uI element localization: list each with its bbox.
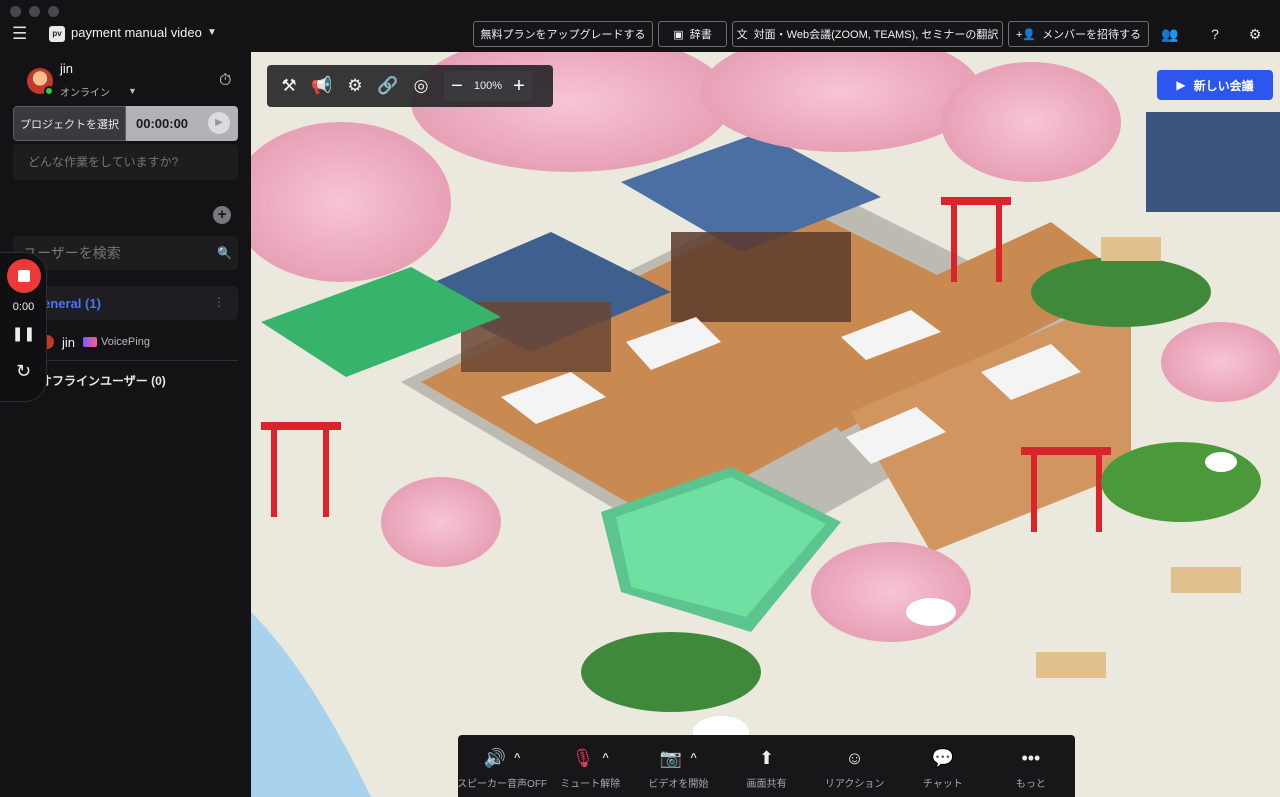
more-control[interactable]: ••• もっと bbox=[993, 745, 1069, 791]
online-status-dot bbox=[44, 86, 54, 96]
mute-control[interactable]: 🎙 ^ ミュート解除 bbox=[552, 745, 628, 791]
speaker-label: スピーカー音声OFF bbox=[457, 779, 548, 790]
microphone-off-icon[interactable]: 🎙 bbox=[572, 748, 595, 769]
timer-display: 00:00:00 ▶ bbox=[126, 106, 238, 141]
invite-label: メンバーを招待する bbox=[1042, 29, 1142, 41]
chevron-up-icon[interactable]: ^ bbox=[602, 752, 608, 764]
upgrade-label: 無料プランをアップグレードする bbox=[480, 29, 646, 41]
new-meeting-button[interactable]: ▶ 新しい会議 bbox=[1157, 70, 1273, 100]
chat-label: チャット bbox=[922, 779, 963, 790]
new-meeting-label: 新しい会議 bbox=[1193, 78, 1254, 93]
app-window: ☰ pv payment manual video ▼ 無料プランをアップグレー… bbox=[0, 0, 1280, 797]
project-timer: プロジェクトを選択 00:00:00 ▶ bbox=[13, 106, 238, 141]
reaction-label: リアクション bbox=[824, 779, 885, 790]
member-item[interactable]: jin VoicePing bbox=[40, 331, 240, 353]
upgrade-button[interactable]: 無料プランをアップグレードする bbox=[473, 21, 653, 47]
maximize-window-button[interactable] bbox=[48, 6, 59, 17]
members-icon[interactable]: 👥 bbox=[1161, 25, 1179, 43]
minimize-window-button[interactable] bbox=[29, 6, 40, 17]
call-controls: 🔊 ^ スピーカー音声OFF 🎙 ^ ミュート解除 📷 ^ ビデオを開始 ⬆ 画… bbox=[457, 735, 1075, 797]
video-off-icon[interactable]: 📷 bbox=[660, 748, 682, 769]
more-vertical-icon[interactable]: ⋮ bbox=[213, 295, 225, 309]
search-icon[interactable]: 🔍 bbox=[217, 246, 232, 260]
virtual-office-map[interactable]: ⚒ 📢 ⚙ 🔗 ◎ − 100% + ▶ 新しい会議 bbox=[251, 52, 1280, 797]
project-icon: pv bbox=[49, 26, 65, 42]
member-app: VoicePing bbox=[83, 336, 150, 348]
book-icon: ▣ bbox=[673, 28, 684, 41]
translate-button[interactable]: 文 対面・Web会議(ZOOM, TEAMS), セミナーの翻訳 bbox=[732, 21, 1003, 47]
add-user-icon: +👤 bbox=[1015, 28, 1037, 41]
help-icon[interactable]: ? bbox=[1206, 25, 1224, 43]
screen-recorder: 0:00 ❚❚ ↻ bbox=[0, 252, 47, 402]
screen-share-control[interactable]: ⬆ 画面共有 bbox=[728, 745, 804, 791]
share-label: 画面共有 bbox=[746, 779, 787, 790]
chevron-up-icon[interactable]: ^ bbox=[514, 752, 520, 764]
speaker-icon[interactable]: 🔊 bbox=[484, 748, 506, 769]
zoom-out-button[interactable]: − bbox=[444, 71, 470, 101]
megaphone-icon[interactable]: 📢 bbox=[310, 74, 334, 98]
project-name[interactable]: payment manual video bbox=[71, 25, 202, 40]
status-chevron-icon[interactable]: ▼ bbox=[128, 86, 137, 96]
task-input[interactable] bbox=[13, 144, 238, 180]
chat-icon[interactable]: 💬 bbox=[932, 748, 954, 769]
chevron-up-icon[interactable]: ^ bbox=[690, 752, 696, 764]
more-icon[interactable]: ••• bbox=[1021, 748, 1040, 769]
member-name: jin bbox=[62, 334, 76, 350]
close-window-button[interactable] bbox=[10, 6, 21, 17]
voiceping-icon bbox=[83, 337, 98, 347]
hammer-icon[interactable]: ⚒ bbox=[277, 74, 301, 98]
project-select-button[interactable]: プロジェクトを選択 bbox=[13, 106, 126, 141]
sidebar-toggle-icon[interactable]: ☰ bbox=[12, 24, 32, 44]
gear-icon[interactable]: ⚙ bbox=[343, 74, 367, 98]
user-name: jin bbox=[60, 61, 74, 76]
sidebar: jin オンライン ▼ ⏱ プロジェクトを選択 00:00:00 ▶ + 🔍 G… bbox=[0, 52, 251, 797]
video-label: ビデオを開始 bbox=[648, 779, 709, 790]
translate-icon: 文 bbox=[736, 29, 748, 41]
map-toolbar: ⚒ 📢 ⚙ 🔗 ◎ − 100% + bbox=[267, 65, 553, 107]
invite-member-button[interactable]: +👤 メンバーを招待する bbox=[1008, 21, 1149, 47]
zoom-in-button[interactable]: + bbox=[506, 71, 532, 101]
video-control[interactable]: 📷 ^ ビデオを開始 bbox=[640, 745, 716, 791]
offline-users-header[interactable]: オフラインユーザー (0) bbox=[40, 372, 166, 389]
add-channel-icon[interactable]: + bbox=[213, 206, 231, 224]
timer-value: 00:00:00 bbox=[136, 116, 189, 131]
emoji-icon[interactable]: ☺ bbox=[845, 748, 863, 769]
more-label: もっと bbox=[1015, 779, 1046, 790]
top-bar: ☰ pv payment manual video ▼ 無料プランをアップグレー… bbox=[0, 0, 1280, 52]
link-icon[interactable]: 🔗 bbox=[376, 74, 400, 98]
window-controls bbox=[10, 6, 59, 17]
pause-icon[interactable]: ❚❚ bbox=[0, 325, 47, 342]
translate-label: 対面・Web会議(ZOOM, TEAMS), セミナーの翻訳 bbox=[753, 29, 999, 41]
office-scene-illustration bbox=[251, 52, 1280, 797]
record-time: 0:00 bbox=[12, 301, 35, 313]
gear-icon[interactable]: ⚙ bbox=[1246, 25, 1264, 43]
stopwatch-icon[interactable]: ⏱ bbox=[219, 72, 231, 90]
dictionary-label: 辞書 bbox=[689, 29, 712, 41]
screen-share-icon[interactable]: ⬆ bbox=[759, 748, 774, 769]
user-status[interactable]: オンライン bbox=[60, 84, 110, 99]
zoom-level: 100% bbox=[473, 80, 503, 92]
user-search: 🔍 bbox=[13, 236, 238, 270]
record-stop-button[interactable] bbox=[7, 259, 41, 293]
locate-icon[interactable]: ◎ bbox=[409, 74, 433, 98]
restart-icon[interactable]: ↻ bbox=[0, 361, 47, 382]
reaction-control[interactable]: ☺ リアクション bbox=[817, 745, 893, 791]
video-camera-icon: ▶ bbox=[1176, 78, 1186, 92]
member-app-name: VoicePing bbox=[101, 336, 150, 348]
zoom-control: − 100% + bbox=[444, 71, 532, 101]
play-icon[interactable]: ▶ bbox=[208, 112, 230, 134]
chevron-down-icon[interactable]: ▼ bbox=[207, 27, 217, 38]
speaker-control[interactable]: 🔊 ^ スピーカー音声OFF bbox=[457, 745, 547, 791]
mute-label: ミュート解除 bbox=[560, 779, 621, 790]
search-input[interactable] bbox=[23, 236, 213, 270]
chat-control[interactable]: 💬 チャット bbox=[905, 745, 981, 791]
dictionary-button[interactable]: ▣ 辞書 bbox=[658, 21, 727, 47]
